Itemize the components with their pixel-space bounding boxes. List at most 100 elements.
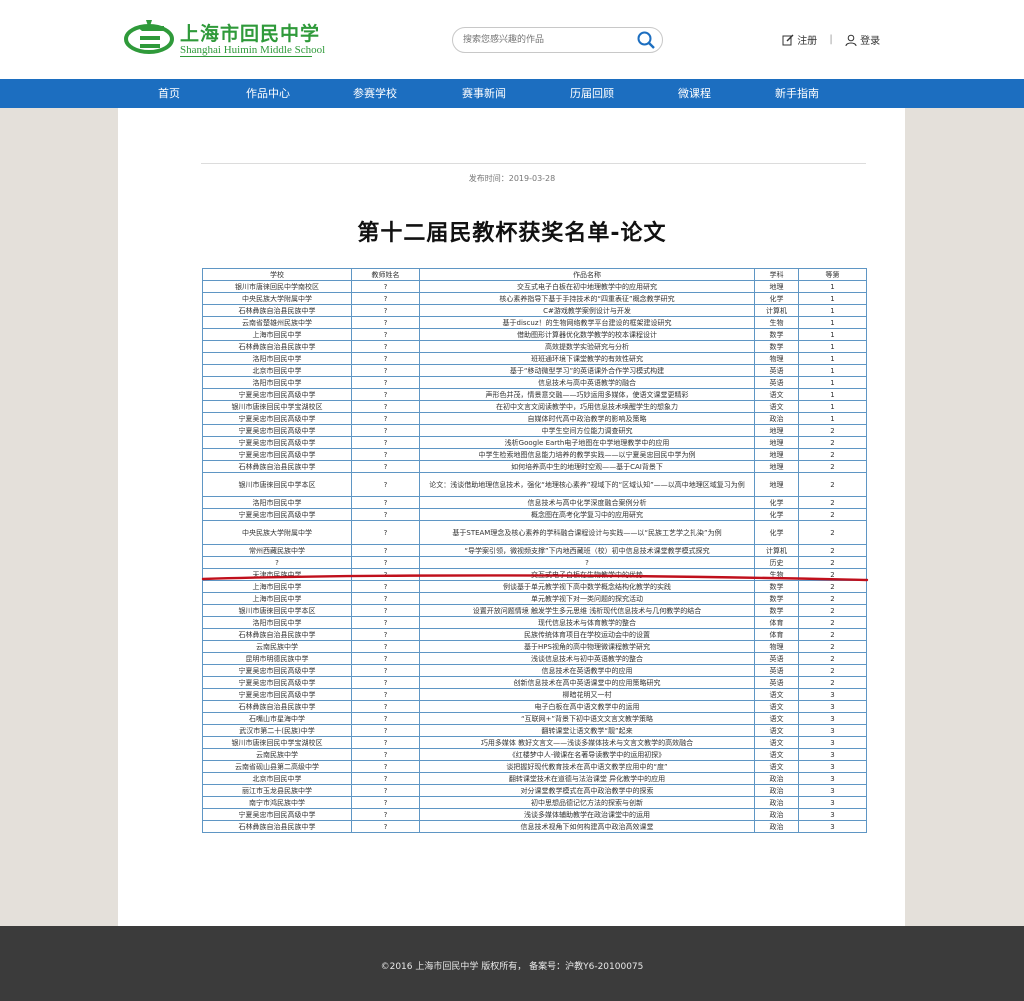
cell-teacher: ? xyxy=(351,604,420,617)
table-row: 云南省砚山县第二高级中学? 谈把握好现代教育技术在高中语文教学应用中的“度” 语文 3 xyxy=(202,760,867,773)
cell-school: 洛阳市回民中学 xyxy=(202,352,352,365)
search-icon[interactable] xyxy=(636,30,656,50)
cell-work-title: C#游戏教学案例设计与开发 xyxy=(419,304,755,317)
cell-school: 云南民族中学 xyxy=(202,640,352,653)
cell-school: 武汉市第二十(民族)中学 xyxy=(202,724,352,737)
cell-work-title: 初中思想品德记忆方法的探索与创新 xyxy=(419,796,755,809)
publish-time: 发布时间：2019-03-28 xyxy=(468,174,556,183)
cell-school: 中央民族大学附属中学 xyxy=(202,520,352,545)
school-emblem-icon xyxy=(124,20,174,54)
nav-item-works[interactable]: 作品中心 xyxy=(246,79,290,108)
table-row: 上海市回民中学? 例谈基于单元教学视下高中数学概念结构化教学的实践 数学 2 xyxy=(202,580,867,593)
cell-work-title: 设置开放问题情境 触发学生多元思维 浅析现代信息技术与几何教学的结合 xyxy=(419,604,755,617)
cell-school: 常州西藏民族中学 xyxy=(202,544,352,557)
cell-rank: 2 xyxy=(798,460,867,473)
cell-subject: 化学 xyxy=(754,508,799,521)
nav-item-home[interactable]: 首页 xyxy=(158,79,180,108)
table-row: 宁夏吴忠市回民高级中学? 浅析Google Earth电子地图在中学地理教学中的应… xyxy=(202,436,867,449)
col-header-work: 作品名称 xyxy=(419,268,755,281)
cell-teacher: ? xyxy=(351,472,420,497)
cell-work-title: 基于HPS视角的高中物理微课程教学研究 xyxy=(419,640,755,653)
cell-rank: 3 xyxy=(798,760,867,773)
cell-work-title: 浅谈多媒体辅助教学在政治课堂中的运用 xyxy=(419,808,755,821)
cell-teacher: ? xyxy=(351,592,420,605)
table-row: 宁夏吴忠市回民高级中学? 浅谈多媒体辅助教学在政治课堂中的运用 政治 3 xyxy=(202,808,867,821)
cell-subject: 英语 xyxy=(754,652,799,665)
cell-rank: 2 xyxy=(798,676,867,689)
cell-work-title: 柳暗花明又一村 xyxy=(419,688,755,701)
cell-school: 银川市唐徕回民中学本区 xyxy=(202,604,352,617)
cell-school: 南宁市鸿民族中学 xyxy=(202,796,352,809)
cell-school: 洛阳市回民中学 xyxy=(202,376,352,389)
table-row: 石嘴山市星海中学? “互联网+”背景下初中语文文言文教学策略 语文 3 xyxy=(202,712,867,725)
cell-rank: 1 xyxy=(798,376,867,389)
cell-teacher: ? xyxy=(351,544,420,557)
col-header-school: 学校 xyxy=(202,268,352,281)
cell-teacher: ? xyxy=(351,676,420,689)
table-row: 石林彝族自治县民族中学? 信息技术视角下如何构建高中政治高效课堂 政治 3 xyxy=(202,820,867,833)
cell-teacher: ? xyxy=(351,316,420,329)
cell-subject: 语文 xyxy=(754,748,799,761)
cell-subject: 语文 xyxy=(754,700,799,713)
cell-school: 石林彝族自治县民族中学 xyxy=(202,700,352,713)
table-row: 宁夏吴忠市回民高级中学? 中学生检索地图信息能力培养的教学实践——以宁夏吴忠回民中… xyxy=(202,448,867,461)
cell-subject: 体育 xyxy=(754,628,799,641)
cell-subject: 地理 xyxy=(754,436,799,449)
cell-teacher: ? xyxy=(351,568,420,581)
logo-underline xyxy=(180,56,312,57)
cell-school: 上海市回民中学 xyxy=(202,592,352,605)
cell-school: 云南省砚山县第二高级中学 xyxy=(202,760,352,773)
cell-teacher: ? xyxy=(351,556,420,569)
site-header: 上海市回民中学 Shanghai Huimin Middle School 注册… xyxy=(0,0,1024,79)
cell-work-title: 信息技术在英语教学中的应用 xyxy=(419,664,755,677)
cell-work-title: 论文：浅谈借助地理信息技术，强化“地理核心素养”视域下的“区域认知”——以高中地… xyxy=(419,472,755,497)
nav-item-news[interactable]: 赛事新闻 xyxy=(462,79,506,108)
cell-school: 昆明市明德民族中学 xyxy=(202,652,352,665)
school-logo[interactable]: 上海市回民中学 Shanghai Huimin Middle School xyxy=(122,18,325,60)
cell-rank: 2 xyxy=(798,424,867,437)
nav-item-micro-course[interactable]: 微课程 xyxy=(678,79,711,108)
cell-rank: 2 xyxy=(798,556,867,569)
cell-subject: 政治 xyxy=(754,784,799,797)
table-row: 银川市唐徕回民中学宝湖校区? 在初中文言文阅读教学中，巧用信息技术唤醒学生的想象力… xyxy=(202,400,867,413)
cell-work-title: “导学案引领，微视频支撑”下内地西藏班（校）初中信息技术课堂教学模式探究 xyxy=(419,544,755,557)
cell-teacher: ? xyxy=(351,772,420,785)
table-row: 上海市回民中学? 单元教学视下对一类问题的探究活动 数学 2 xyxy=(202,592,867,605)
cell-work-title: 谈把握好现代教育技术在高中语文教学应用中的“度” xyxy=(419,760,755,773)
table-row: 石林彝族自治县民族中学? 民族传统体育项目在学校运动会中的设置 体育 2 xyxy=(202,628,867,641)
user-links: 注册 | 登录 xyxy=(782,32,880,47)
cell-teacher: ? xyxy=(351,628,420,641)
nav-item-history[interactable]: 历届回顾 xyxy=(570,79,614,108)
cell-work-title: 《红楼梦中人-微课在名著导读教学中的运用初探》 xyxy=(419,748,755,761)
cell-subject: 语文 xyxy=(754,712,799,725)
search-box xyxy=(452,27,663,53)
table-row: 石林彝族自治县民族中学? 高效提数学实验研究与分析 数学 1 xyxy=(202,340,867,353)
edit-icon xyxy=(782,34,794,45)
cell-work-title: 信息技术与高中化学深度融合案例分析 xyxy=(419,496,755,509)
table-row: 上海市回民中学? 借助图形计算器优化数学教学的校本课程设计 数学 1 xyxy=(202,328,867,341)
cell-work-title: 在初中文言文阅读教学中，巧用信息技术唤醒学生的想象力 xyxy=(419,400,755,413)
cell-subject: 地理 xyxy=(754,448,799,461)
cell-rank: 3 xyxy=(798,748,867,761)
cell-school: 宁夏吴忠市回民高级中学 xyxy=(202,424,352,437)
login-link[interactable]: 登录 xyxy=(845,32,880,47)
cell-teacher: ? xyxy=(351,652,420,665)
cell-school: 上海市回民中学 xyxy=(202,328,352,341)
cell-work-title: 基于discuz！的生物网络教学平台建设的框架建设研究 xyxy=(419,316,755,329)
cell-work-title: 高效提数学实验研究与分析 xyxy=(419,340,755,353)
cell-school: 宁夏吴忠市回民高级中学 xyxy=(202,664,352,677)
cell-teacher: ? xyxy=(351,376,420,389)
cell-work-title: 单元教学视下对一类问题的探究活动 xyxy=(419,592,755,605)
title-divider xyxy=(201,163,866,164)
register-link[interactable]: 注册 xyxy=(782,32,817,47)
cell-rank: 1 xyxy=(798,292,867,305)
cell-teacher: ? xyxy=(351,688,420,701)
nav-item-schools[interactable]: 参赛学校 xyxy=(353,79,397,108)
search-input[interactable] xyxy=(463,32,633,48)
cell-school: 北京市回民中学 xyxy=(202,772,352,785)
nav-item-guide[interactable]: 新手指南 xyxy=(775,79,819,108)
cell-teacher: ? xyxy=(351,424,420,437)
cell-school: 石林彝族自治县民族中学 xyxy=(202,820,352,833)
cell-teacher: ? xyxy=(351,664,420,677)
cell-teacher: ? xyxy=(351,736,420,749)
